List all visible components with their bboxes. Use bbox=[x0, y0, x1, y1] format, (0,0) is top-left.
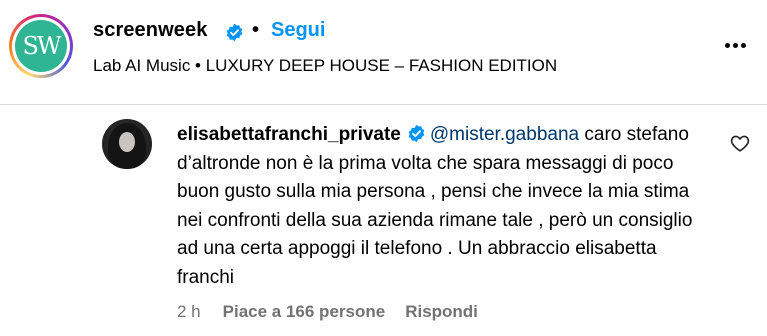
commenter-avatar[interactable] bbox=[102, 119, 152, 169]
like-heart-icon[interactable] bbox=[730, 134, 750, 152]
comment-time[interactable]: 2 h bbox=[177, 302, 201, 322]
header-divider bbox=[0, 104, 767, 105]
post-header: SW screenweek • Segui Lab AI Music • LUX… bbox=[0, 0, 767, 104]
follow-button[interactable]: Segui bbox=[271, 19, 325, 42]
comment-mention[interactable]: @mister.gabbana bbox=[430, 124, 579, 145]
comment-body: elisabettafranchi_private @mister.gabban… bbox=[177, 121, 717, 292]
comment-author[interactable]: elisabettafranchi_private bbox=[177, 124, 401, 145]
verified-badge-icon bbox=[226, 23, 243, 42]
separator-dot: • bbox=[252, 19, 260, 41]
audio-subtitle[interactable]: Lab AI Music • LUXURY DEEP HOUSE – FASHI… bbox=[93, 56, 557, 76]
reply-button[interactable]: Rispondi bbox=[405, 302, 478, 322]
avatar-monogram: SW bbox=[22, 32, 61, 60]
verified-badge-icon bbox=[408, 124, 425, 143]
account-username[interactable]: screenweek bbox=[93, 19, 207, 42]
comment-text: caro stefano d’altronde non è la prima v… bbox=[177, 124, 693, 288]
comment-likes[interactable]: Piace a 166 persone bbox=[223, 302, 386, 322]
avatar-logo: SW bbox=[15, 20, 67, 72]
account-avatar[interactable]: SW bbox=[9, 14, 73, 78]
comment-meta: 2 h Piace a 166 persone Rispondi bbox=[177, 302, 478, 322]
more-options-icon[interactable] bbox=[725, 43, 746, 48]
